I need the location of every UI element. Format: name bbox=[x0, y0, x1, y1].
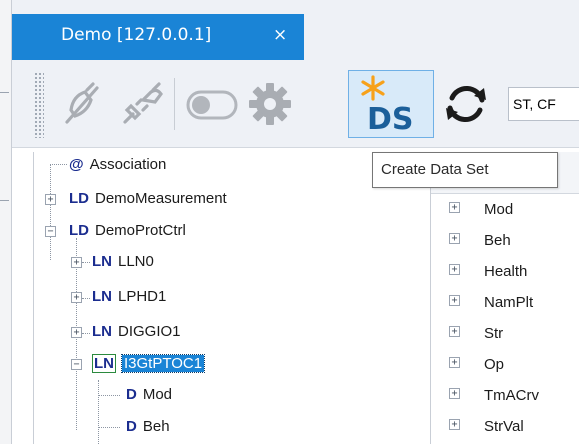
tree-expander[interactable]: − bbox=[71, 359, 82, 370]
disconnect-button[interactable] bbox=[57, 70, 107, 138]
tree-node-kind: LD bbox=[69, 190, 89, 207]
tooltip: Create Data Set bbox=[372, 152, 558, 188]
create-data-set-icon: DS bbox=[361, 75, 414, 137]
create-data-set-button[interactable]: DS bbox=[348, 70, 434, 138]
tree-connector bbox=[50, 164, 51, 260]
disconnected-plug-icon bbox=[65, 82, 99, 124]
tree-expander[interactable]: + bbox=[45, 194, 56, 205]
tree-node-label: LPHD1 bbox=[118, 288, 167, 305]
tree-node-ln[interactable]: LN DIGGIO1 bbox=[92, 323, 181, 347]
filter-combobox[interactable]: ST, CF bbox=[508, 87, 579, 121]
list-expander[interactable]: + bbox=[449, 419, 460, 430]
list-item-label: TmACrv bbox=[484, 387, 539, 404]
toolbar-grip-handle[interactable] bbox=[34, 72, 44, 138]
list-expander[interactable]: + bbox=[449, 295, 460, 306]
filter-combobox-value: ST, CF bbox=[513, 96, 556, 112]
create-data-set-text: DS bbox=[367, 102, 414, 137]
tree-node-kind: LN bbox=[92, 354, 116, 373]
tree-node-association[interactable]: @ Association bbox=[69, 156, 166, 180]
tree-node-kind: D bbox=[126, 386, 137, 403]
list-item-label: StrVal bbox=[484, 418, 524, 435]
app-window: Demo [127.0.0.1] × DS ST, CF @ Associati… bbox=[0, 0, 579, 444]
list-item-label: NamPlt bbox=[484, 294, 534, 311]
list-expander[interactable]: + bbox=[449, 388, 460, 399]
tree-node-label: Beh bbox=[142, 418, 170, 435]
tab-demo[interactable]: Demo [127.0.0.1] × bbox=[12, 14, 304, 60]
close-icon[interactable]: × bbox=[273, 25, 287, 45]
tree-node-kind: LN bbox=[92, 253, 112, 270]
tree-expander[interactable]: − bbox=[45, 226, 56, 237]
tree-node-label: DemoProtCtrl bbox=[95, 222, 186, 239]
list-expander[interactable]: + bbox=[449, 233, 460, 244]
list-expander[interactable]: + bbox=[449, 357, 460, 368]
tree-node-do[interactable]: D Mod bbox=[126, 386, 172, 410]
list-expander[interactable]: + bbox=[449, 202, 460, 213]
tree-connector bbox=[82, 333, 90, 334]
toggle-button[interactable] bbox=[182, 70, 240, 138]
tree-connector bbox=[98, 395, 120, 396]
list-item-label: Mod bbox=[484, 201, 514, 218]
tree-node-ln[interactable]: LN LLN0 bbox=[92, 253, 154, 277]
tree-node-ld[interactable]: LD DemoMeasurement bbox=[69, 190, 227, 214]
tab-strip: Demo [127.0.0.1] × bbox=[12, 0, 579, 60]
settings-button[interactable] bbox=[242, 70, 298, 138]
refresh-icon bbox=[446, 86, 486, 122]
connect-plug-icon bbox=[123, 82, 163, 124]
tree-connector bbox=[82, 262, 90, 263]
tree-expander[interactable]: + bbox=[71, 257, 82, 268]
list-item-label: Beh bbox=[484, 232, 511, 249]
tree-connector bbox=[98, 427, 120, 428]
tree-node-kind: D bbox=[126, 418, 137, 435]
connect-button[interactable] bbox=[115, 70, 167, 138]
tree-expander[interactable]: + bbox=[71, 327, 82, 338]
tree-node-kind: LN bbox=[92, 323, 112, 340]
tree-node-label: DIGGIO1 bbox=[118, 323, 181, 340]
tree-node-label: DemoMeasurement bbox=[95, 190, 227, 207]
toolbar: DS ST, CF bbox=[12, 60, 579, 148]
tree-node-ld[interactable]: LD DemoProtCtrl bbox=[69, 222, 186, 246]
tree-node-ln[interactable]: LN LPHD1 bbox=[92, 288, 166, 312]
left-panel-tick bbox=[0, 200, 9, 201]
tooltip-text: Create Data Set bbox=[381, 161, 489, 178]
gear-icon bbox=[249, 83, 291, 125]
toggle-switch-icon bbox=[186, 90, 238, 120]
list-item-label: Op bbox=[484, 356, 505, 373]
list-item-label: Health bbox=[484, 263, 528, 280]
tree-connector bbox=[50, 164, 67, 165]
list-item-label: Str bbox=[484, 325, 504, 342]
tree-node-label: LLN0 bbox=[118, 253, 154, 270]
list-expander[interactable]: + bbox=[449, 264, 460, 275]
tree-connector bbox=[98, 380, 99, 444]
tree-node-label: Association bbox=[89, 156, 167, 173]
tab-title: Demo [127.0.0.1] bbox=[61, 25, 212, 45]
data-object-list[interactable]: + Mod + Beh + Health + NamPlt + Str + Op… bbox=[430, 152, 579, 444]
left-panel-tick bbox=[0, 92, 9, 93]
tree-expander[interactable]: + bbox=[71, 292, 82, 303]
tree-node-label: Mod bbox=[142, 386, 173, 403]
refresh-button[interactable] bbox=[436, 70, 496, 138]
tree-node-kind: @ bbox=[69, 156, 84, 173]
tree-node-kind: LD bbox=[69, 222, 89, 239]
tree-node-do[interactable]: D Beh bbox=[126, 418, 170, 442]
tree-connector bbox=[82, 298, 90, 299]
list-expander[interactable]: + bbox=[449, 326, 460, 337]
tree-node-ln-selected[interactable]: LN I3GtPTOC1 bbox=[92, 354, 206, 379]
model-tree[interactable]: @ Association + LD DemoMeasurement − LD Dem… bbox=[33, 152, 427, 444]
tree-node-label: I3GtPTOC1 bbox=[120, 354, 206, 373]
tree-node-kind: LN bbox=[92, 288, 112, 305]
toolbar-separator bbox=[174, 78, 175, 130]
left-panel-edge bbox=[0, 0, 12, 444]
